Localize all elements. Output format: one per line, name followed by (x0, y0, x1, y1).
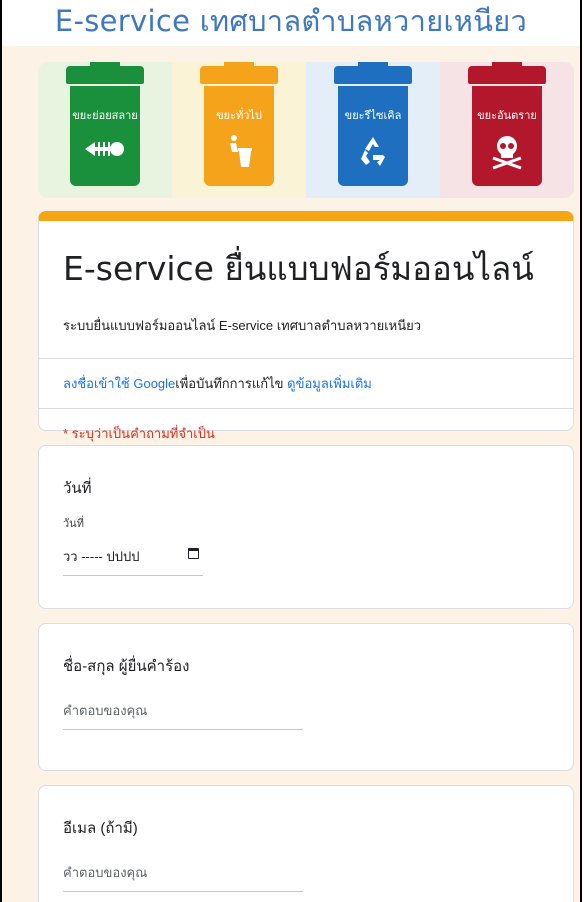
question-email-card: อีเมล (ถ้ามี) คำตอบของคุณ (38, 785, 574, 902)
question-name-card: ชื่อ-สกุล ผู้ยื่นคำร้อง คำตอบของคุณ (38, 623, 574, 771)
name-input[interactable]: คำตอบของคุณ (63, 700, 303, 730)
date-placeholder: วว ----- ปปปป (63, 549, 140, 564)
page-title: E-service เทศบาลตำบลหวายเหนียว (2, 0, 580, 46)
date-input[interactable]: วว ----- ปปปป (63, 546, 203, 576)
more-info-link[interactable]: ดูข้อมูลเพิ่มเติม (287, 376, 372, 391)
skull-icon (472, 134, 542, 178)
form-header-card: E-service ยื่นแบบฟอร์มออนไลน์ ระบบยื่นแบ… (38, 211, 574, 441)
question-sublabel: วันที่ (63, 518, 84, 530)
bin-organic: ขยะย่อยสลาย (38, 62, 172, 198)
question-title: ชื่อ-สกุล ผู้ยื่นคำร้อง (63, 658, 190, 675)
trash-can-icon (204, 134, 274, 176)
calendar-icon[interactable] (188, 548, 199, 559)
bin-label: ขยะทั่วไป (216, 109, 262, 122)
fish-bone-icon (70, 134, 140, 172)
email-input[interactable]: คำตอบของคุณ (63, 862, 303, 892)
question-title: วันที่ (63, 480, 92, 497)
google-signin-link[interactable]: ลงชื่อเข้าใช้ Google (63, 376, 175, 391)
question-date-card: วันที่ วันที่ วว ----- ปปปป (38, 445, 574, 609)
bin-general: ขยะทั่วไป (172, 62, 306, 198)
recycle-icon (338, 134, 408, 176)
question-title: อีเมล (ถ้ามี) (63, 820, 138, 837)
form-page: E-service เทศบาลตำบลหวายเหนียว ขยะย่อยสล… (0, 0, 582, 902)
bin-label: ขยะย่อยสลาย (72, 109, 138, 122)
header-banner: ขยะย่อยสลาย ขยะทั่วไป ขยะรีไซเคิล ขยะอัน… (38, 62, 574, 198)
form-title: E-service ยื่นแบบฟอร์มออนไลน์ (63, 249, 534, 288)
bin-recycle: ขยะรีไซเคิล (306, 62, 440, 198)
bin-hazardous: ขยะอันตราย (440, 62, 574, 198)
signin-note: เพื่อบันทึกการแก้ไข (175, 376, 284, 391)
bin-label: ขยะอันตราย (477, 109, 537, 122)
signin-row: ลงชื่อเข้าใช้ Googleเพื่อบันทึกการแก้ไข … (39, 359, 573, 408)
form-description: ระบบยื่นแบบฟอร์มออนไลน์ E-service เทศบาล… (63, 318, 422, 333)
bin-label: ขยะรีไซเคิล (344, 109, 402, 122)
